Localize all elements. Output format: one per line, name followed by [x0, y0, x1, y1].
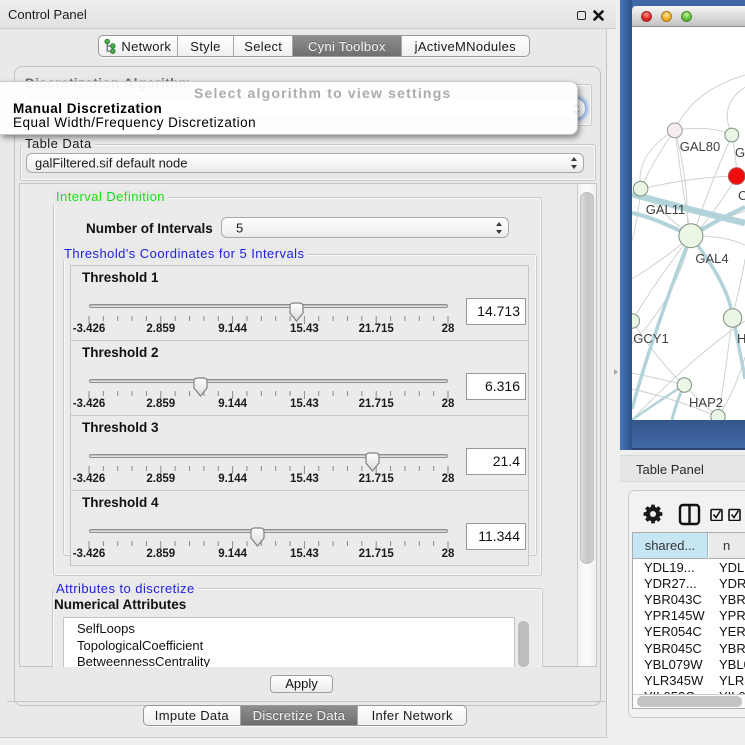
svg-text:GCY1: GCY1	[633, 331, 668, 346]
svg-text:C: C	[738, 188, 745, 203]
svg-text:GAL80: GAL80	[680, 139, 720, 154]
svg-text:H: H	[737, 331, 745, 346]
svg-text:HAP2: HAP2	[689, 395, 723, 410]
svg-text:GAL11: GAL11	[646, 202, 686, 217]
svg-text:GA: GA	[735, 145, 745, 160]
svg-text:GAL4: GAL4	[695, 251, 728, 266]
